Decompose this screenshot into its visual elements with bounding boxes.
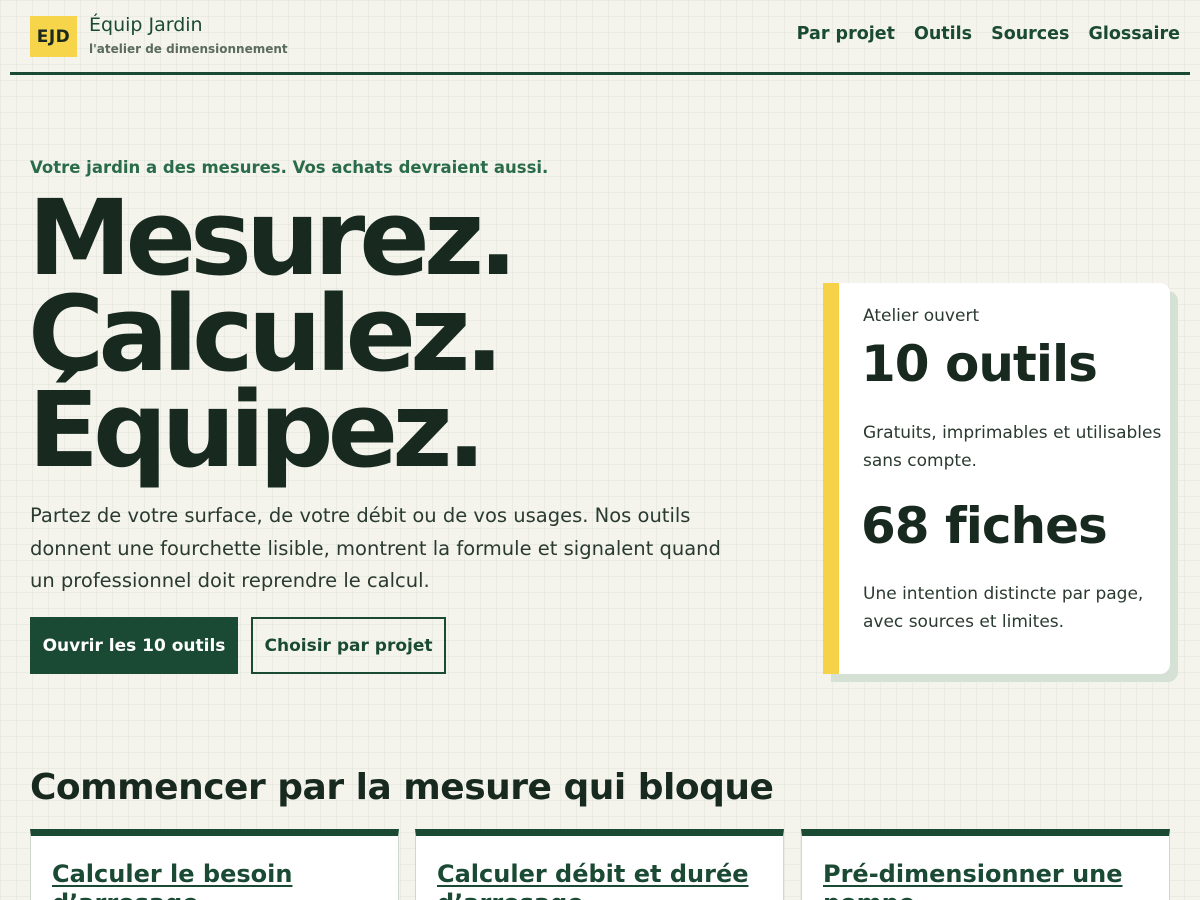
tool-link-pump-sizing[interactable]: Pré-dimensionner une pompe (823, 860, 1153, 900)
hero-title-line: Mesurez. (28, 177, 518, 299)
tools-count: 10 outils (861, 335, 1098, 393)
nav-link-par-projet[interactable]: Par projet (797, 24, 895, 44)
stats-label: Atelier ouvert (863, 306, 980, 326)
main-nav: Par projet Outils Sources Glossaire (797, 24, 1180, 44)
nav-link-glossaire[interactable]: Glossaire (1088, 24, 1180, 44)
tool-card-pump-sizing: Pré-dimensionner une pompe (801, 829, 1170, 900)
hero-description: Partez de votre surface, de votre débit … (30, 504, 721, 592)
tool-card-flow-duration: Calculer débit et durée d’arrosage (415, 829, 784, 900)
site-header: EJD Équip Jardin l'atelier de dimensionn… (10, 0, 1190, 75)
brand-tagline: l'atelier de dimensionnement (89, 42, 288, 56)
logo[interactable]: EJD (30, 16, 77, 57)
tool-card-watering-need: Calculer le besoin d’arrosage (30, 829, 399, 900)
tool-link-watering-need[interactable]: Calculer le besoin d’arrosage (52, 860, 382, 900)
sheets-count: 68 fiches (861, 497, 1108, 555)
brand-name[interactable]: Équip Jardin (89, 14, 203, 36)
nav-link-sources[interactable]: Sources (991, 24, 1069, 44)
choose-project-button[interactable]: Choisir par projet (251, 617, 446, 674)
hero-title: Mesurez. Calculez. Équipez. (28, 177, 518, 491)
stats-card: Atelier ouvert 10 outils Gratuits, impri… (823, 283, 1170, 674)
tools-count-description: Gratuits, imprimables et utilisables san… (863, 423, 1162, 471)
hero-title-line: Équipez. (28, 369, 486, 491)
hero-eyebrow: Votre jardin a des mesures. Vos achats d… (30, 158, 549, 177)
tool-link-flow-duration[interactable]: Calculer débit et durée d’arrosage (437, 860, 767, 900)
hero-title-line: Calculez. (28, 273, 504, 395)
open-tools-button[interactable]: Ouvrir les 10 outils (30, 617, 238, 674)
sheets-count-description: Une intention distincte par page, avec s… (863, 584, 1144, 632)
nav-link-outils[interactable]: Outils (914, 24, 972, 44)
section-title: Commencer par la mesure qui bloque (30, 767, 774, 808)
